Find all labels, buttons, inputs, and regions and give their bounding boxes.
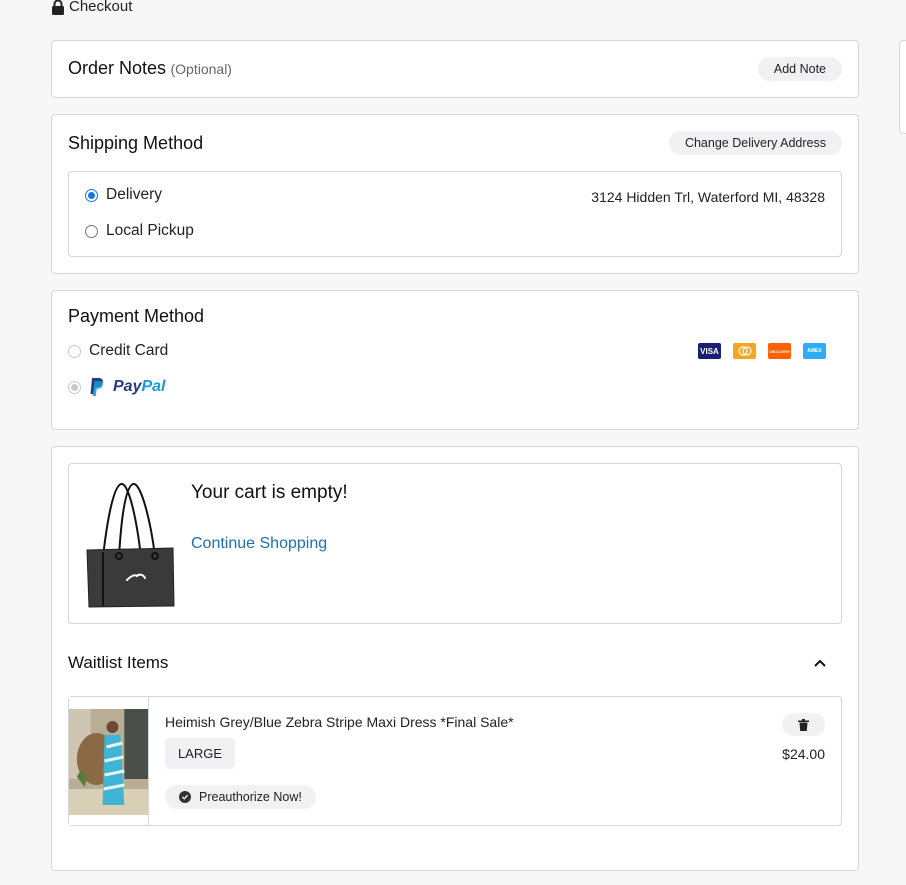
remove-item-button[interactable]: [782, 713, 825, 736]
visa-icon: VISA: [698, 343, 721, 359]
check-circle-icon: [179, 791, 191, 803]
item-size: LARGE: [165, 738, 235, 769]
delivery-address: 3124 Hidden Trl, Waterford MI, 48328: [591, 189, 825, 205]
paypal-radio[interactable]: [68, 380, 81, 394]
order-notes-card: Order Notes (Optional) Add Note: [51, 40, 859, 98]
empty-cart-box: Your cart is empty! Continue Shopping: [68, 463, 842, 624]
delivery-label: Delivery: [106, 186, 162, 203]
waitlist-item: Heimish Grey/Blue Zebra Stripe Maxi Dres…: [68, 696, 842, 826]
payment-method-card: Payment Method Credit Card PayPal VISA D…: [51, 290, 859, 430]
preauthorize-label: Preauthorize Now!: [199, 790, 302, 804]
page-title: Checkout: [69, 0, 133, 15]
preauthorize-button[interactable]: Preauthorize Now!: [165, 785, 316, 809]
shopping-bag-icon: [86, 483, 175, 608]
credit-card-option[interactable]: Credit Card: [68, 342, 168, 360]
add-note-button[interactable]: Add Note: [757, 57, 842, 81]
local-pickup-label: Local Pickup: [106, 222, 194, 239]
card-icons: VISA DISCOVER AMEX: [698, 343, 826, 359]
paypal-option[interactable]: PayPal: [68, 377, 165, 397]
credit-card-radio[interactable]: [68, 344, 81, 358]
product-image[interactable]: [69, 697, 149, 825]
lock-icon: [52, 0, 64, 15]
paypal-wordmark: PayPal: [113, 378, 166, 395]
optional-label: (Optional): [170, 61, 232, 77]
item-price: $24.00: [782, 746, 825, 762]
page-header: Checkout: [51, 0, 132, 15]
continue-shopping-link[interactable]: Continue Shopping: [191, 535, 327, 553]
paypal-logo-icon: [90, 378, 103, 396]
payment-method-title: Payment Method: [68, 306, 205, 326]
item-name[interactable]: Heimish Grey/Blue Zebra Stripe Maxi Dres…: [165, 714, 514, 730]
waitlist-title: Waitlist Items: [68, 653, 169, 672]
empty-cart-message: Your cart is empty!: [191, 482, 348, 503]
order-notes-title: Order Notes: [68, 58, 167, 78]
delivery-radio[interactable]: [85, 188, 98, 202]
discover-icon: DISCOVER: [768, 343, 791, 359]
shipping-method-title: Shipping Method: [68, 133, 204, 153]
trash-icon: [798, 718, 809, 731]
local-pickup-radio[interactable]: [85, 224, 98, 238]
mastercard-icon: [733, 343, 756, 359]
cart-card: Your cart is empty! Continue Shopping Wa…: [51, 446, 859, 871]
local-pickup-option[interactable]: Local Pickup: [85, 222, 194, 240]
shipping-method-card: Shipping Method Change Delivery Address …: [51, 114, 859, 274]
chevron-up-icon[interactable]: [812, 655, 828, 671]
side-panel: [899, 40, 906, 134]
amex-icon: AMEX: [803, 343, 826, 359]
delivery-option[interactable]: Delivery: [85, 186, 162, 204]
change-delivery-address-button[interactable]: Change Delivery Address: [668, 131, 842, 155]
shipping-options-box: Delivery Local Pickup 3124 Hidden Trl, W…: [68, 171, 842, 257]
credit-card-label: Credit Card: [89, 342, 169, 359]
